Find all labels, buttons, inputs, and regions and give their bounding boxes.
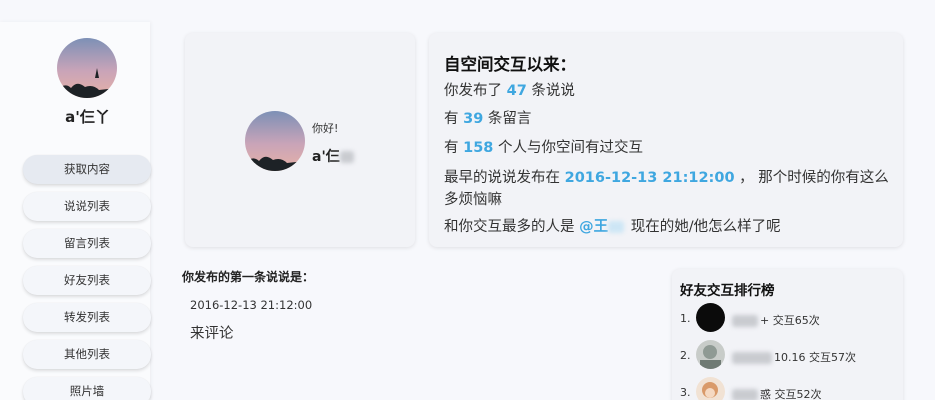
stat-earliest-post: 最早的说说发布在 2016-12-13 21:12:00 ， 那个时候的你有这么… [444, 170, 889, 208]
nav-forward-list[interactable]: 转发列表 [23, 303, 151, 332]
stats-card: 自空间交互以来： 你发布了 47 条说说 有 39 条留言 有 158 个人与你… [429, 33, 903, 247]
nav-friend-list[interactable]: 好友列表 [23, 266, 151, 295]
nav-photo-wall[interactable]: 照片墙 [23, 377, 151, 400]
profile-nickname: a'仨 [312, 146, 356, 166]
ranking-index: 1. [680, 312, 691, 325]
stats-title: 自空间交互以来： [444, 55, 576, 74]
stat-top-friend: 和你交互最多的人是 @王 现在的她/他怎么样了呢 [444, 219, 781, 235]
friend-avatar [696, 340, 725, 369]
nav-message-list[interactable]: 留言列表 [23, 229, 151, 258]
friend-interaction-text: 惑 交互52次 [732, 386, 822, 400]
nav-fetch-content[interactable]: 获取内容 [23, 155, 151, 184]
profile-card: 你好! a'仨 [185, 33, 415, 247]
friend-interaction-text: 10.16 交互57次 [732, 349, 856, 365]
greeting-text: 你好! [312, 122, 339, 135]
friend-interaction-text: + 交互65次 [732, 312, 820, 328]
stat-messages: 有 39 条留言 [444, 111, 532, 127]
ranking-card: 好友交互排行榜 1. + 交互65次 2. 10.16 交互57次 3. 惑 交… [672, 269, 903, 400]
friend-avatar [696, 377, 725, 400]
friend-avatar [696, 303, 725, 332]
first-post-date: 2016-12-13 21:12:00 [190, 298, 313, 312]
ranking-index: 2. [680, 349, 691, 362]
stat-posts: 你发布了 47 条说说 [444, 83, 575, 99]
profile-avatar [245, 111, 305, 171]
nav-shuoshuo-list[interactable]: 说说列表 [23, 192, 151, 221]
stat-visitors: 有 158 个人与你空间有过交互 [444, 140, 643, 156]
user-avatar[interactable] [57, 38, 117, 98]
user-nickname: a'仨丫 [65, 108, 110, 126]
ranking-title: 好友交互排行榜 [680, 283, 775, 299]
ranking-index: 3. [680, 386, 691, 399]
sidebar: a'仨丫 获取内容 说说列表 留言列表 好友列表 转发列表 其他列表 照片墙 [0, 22, 151, 400]
first-post-title: 你发布的第一条说说是： [182, 270, 315, 284]
nav-other-list[interactable]: 其他列表 [23, 340, 151, 369]
first-post-text: 来评论 [190, 326, 234, 342]
